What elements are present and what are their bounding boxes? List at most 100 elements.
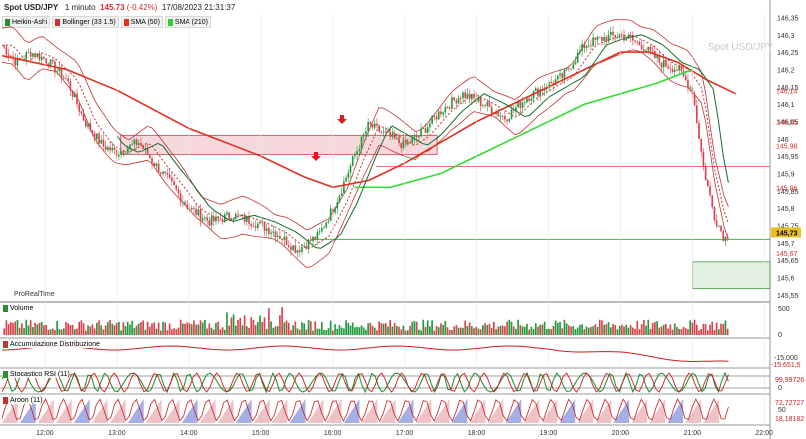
volume-bar	[56, 320, 58, 335]
volume-bar	[459, 327, 462, 335]
candle	[373, 123, 376, 128]
volume-bar	[548, 328, 550, 335]
volume-bar	[552, 325, 555, 335]
candle	[673, 69, 676, 72]
candle	[347, 172, 350, 178]
candle	[448, 107, 451, 109]
candle	[175, 185, 178, 190]
volume-bar	[378, 321, 381, 335]
volume-bar	[486, 325, 489, 335]
volume-bar	[468, 322, 471, 335]
candle	[166, 173, 169, 175]
candle	[197, 209, 200, 216]
volume-bar	[226, 312, 228, 335]
candle	[290, 246, 292, 251]
candle	[603, 37, 605, 41]
volume-bar	[137, 323, 140, 335]
candle	[594, 37, 597, 40]
volume-bar	[422, 319, 425, 335]
candle	[676, 69, 678, 71]
y-tick-label: 145,65	[777, 258, 799, 265]
volume-bar	[667, 328, 669, 335]
volume-bar	[605, 324, 608, 335]
volume-bar	[519, 325, 522, 335]
candle	[87, 123, 89, 127]
price-axis[interactable]: 146,35146,3146,25146,2146,15146,1146,051…	[771, 15, 801, 300]
volume-bar	[669, 324, 672, 335]
candle	[365, 131, 367, 135]
volume-bar	[429, 326, 431, 335]
candle	[612, 31, 614, 36]
candle	[84, 120, 87, 127]
stoch-rsi-pane: 99,997260	[0, 371, 804, 394]
candle	[135, 139, 138, 146]
volume-bar	[135, 325, 138, 335]
candle	[151, 157, 153, 163]
candle	[294, 245, 297, 253]
candle	[199, 209, 202, 221]
volume-bar	[362, 327, 365, 335]
candle	[3, 45, 6, 48]
candle	[695, 105, 698, 123]
candle	[398, 137, 400, 144]
candle	[490, 106, 493, 114]
volume-bar	[543, 321, 546, 335]
volume-bar	[93, 328, 96, 335]
volume-bar	[146, 321, 149, 335]
candle	[122, 151, 125, 154]
volume-bar	[411, 321, 414, 335]
candle	[142, 145, 144, 149]
volume-bar	[268, 308, 270, 335]
volume-bar	[676, 326, 678, 335]
candle	[389, 131, 392, 137]
candle	[572, 64, 575, 70]
y-tick-label: 145,6	[777, 275, 795, 282]
stoch-axis-bottom: 0	[778, 385, 782, 392]
volume-bar	[69, 325, 72, 335]
volume-bar	[720, 323, 722, 335]
x-tick-label: 15:00	[252, 430, 270, 437]
candle	[241, 214, 244, 216]
volume-bar	[144, 329, 147, 335]
candle	[698, 122, 700, 140]
volume-bar	[466, 326, 469, 335]
volume-bar	[109, 319, 111, 335]
volume-bar	[360, 325, 363, 335]
candle	[607, 34, 610, 42]
volume-bar	[395, 325, 398, 335]
x-tick-label: 17:00	[396, 430, 414, 437]
volume-bar	[60, 329, 63, 335]
brand-label: ProRealTime	[14, 291, 55, 298]
volume-bar	[587, 327, 590, 335]
volume-bar	[601, 320, 603, 335]
candle	[100, 139, 103, 144]
chart-canvas[interactable]: Spot USD/JPY ProRealTime 146,35 146,3 146,…	[0, 0, 806, 439]
volume-bar	[687, 329, 689, 335]
x-tick-label: 13:00	[108, 430, 126, 437]
volume-bar	[82, 323, 85, 335]
candle	[133, 139, 136, 144]
volume-bar	[285, 320, 288, 335]
volume-bar	[530, 326, 533, 335]
candle	[56, 71, 58, 73]
volume-bar	[168, 323, 171, 335]
volume-bar	[179, 319, 182, 335]
volume-bar	[140, 322, 142, 335]
candle	[327, 221, 330, 223]
aroon-label: Aroon (11)	[3, 397, 43, 404]
candle	[620, 34, 623, 36]
candle	[689, 87, 692, 89]
candle	[382, 131, 385, 133]
candle	[459, 97, 462, 99]
candle	[400, 143, 403, 149]
volume-bar	[166, 330, 169, 335]
volume-bar	[261, 321, 264, 335]
volume-bar	[210, 327, 213, 335]
candle	[468, 93, 471, 100]
volume-bar	[367, 323, 369, 335]
volume-bar	[16, 319, 19, 335]
candle	[301, 246, 303, 252]
volume-bar	[418, 329, 420, 335]
candle	[212, 216, 215, 222]
volume-bar	[43, 325, 45, 335]
